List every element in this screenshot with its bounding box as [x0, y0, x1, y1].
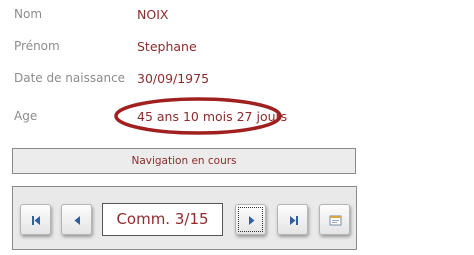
- navigation-panel: Comm. 3/15: [12, 186, 357, 250]
- nom-label: Nom: [14, 7, 43, 21]
- first-record-icon: [32, 216, 40, 225]
- record-indicator: Comm. 3/15: [102, 203, 223, 236]
- previous-record-button[interactable]: [61, 204, 92, 235]
- previous-record-icon: [74, 216, 80, 225]
- nom-value: NOIX: [137, 7, 169, 22]
- prenom-label: Prénom: [14, 39, 60, 53]
- last-record-icon: [290, 216, 298, 225]
- next-record-icon: [249, 216, 255, 225]
- age-label: Age: [14, 109, 38, 123]
- date-naissance-value: 30/09/1975: [137, 71, 210, 86]
- last-record-button[interactable]: [277, 204, 308, 235]
- new-record-icon: [329, 215, 342, 226]
- record-form: Nom NOIX Prénom Stephane Date de naissan…: [0, 0, 474, 255]
- age-value: 45 ans 10 mois 27 jours: [137, 109, 288, 124]
- date-naissance-label: Date de naissance: [14, 71, 126, 85]
- prenom-value: Stephane: [137, 39, 197, 54]
- navigation-status-bar: Navigation en cours: [12, 148, 356, 174]
- first-record-button[interactable]: [20, 204, 51, 235]
- next-record-button[interactable]: [235, 204, 266, 235]
- new-record-button[interactable]: [319, 204, 350, 235]
